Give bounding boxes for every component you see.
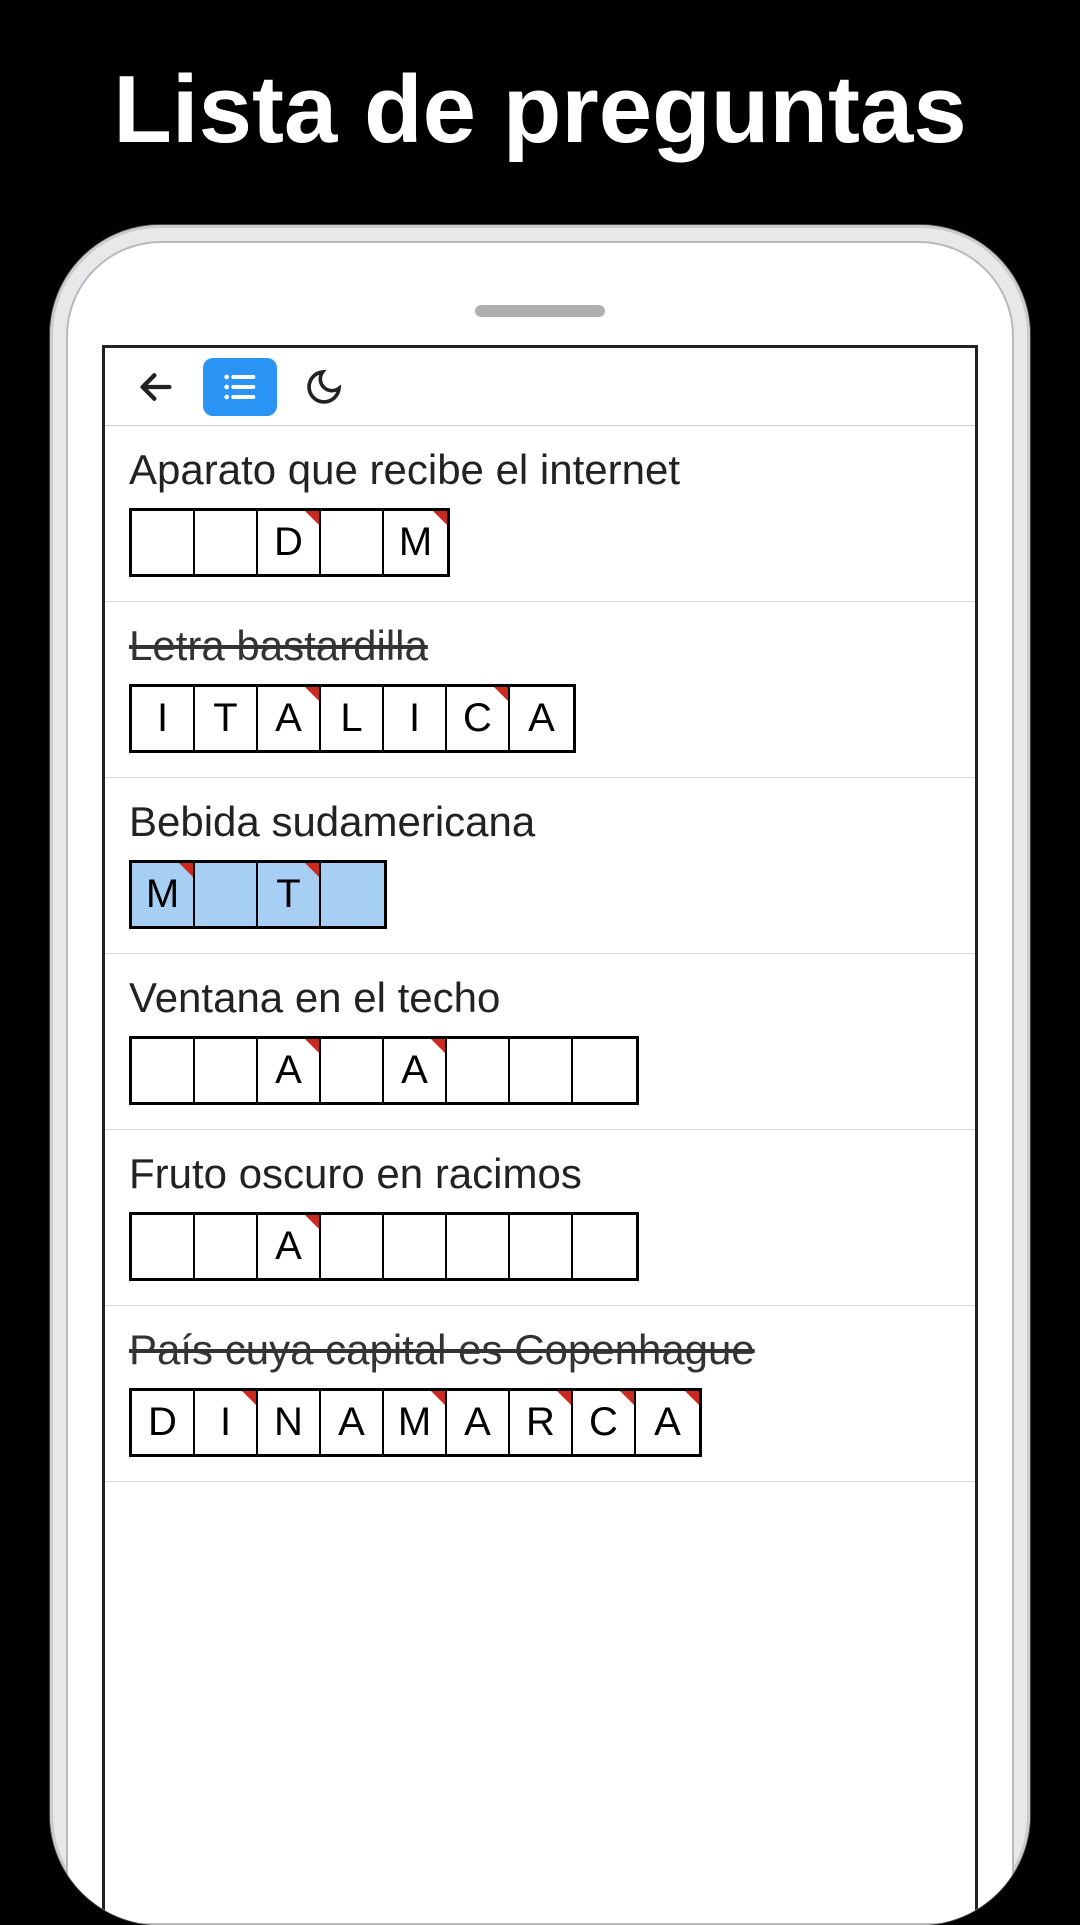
- letter-cell[interactable]: A: [447, 1391, 510, 1454]
- letter-cell[interactable]: A: [510, 687, 573, 750]
- letter-cell[interactable]: [195, 1215, 258, 1278]
- letter-cell[interactable]: L: [321, 687, 384, 750]
- arrow-left-icon: [136, 367, 176, 407]
- letter-cell[interactable]: A: [258, 1215, 321, 1278]
- letter-cell[interactable]: [321, 863, 384, 926]
- phone-frame: Aparato que recibe el internetDMLetra ba…: [50, 225, 1030, 1925]
- clue-item[interactable]: Fruto oscuro en racimos A: [105, 1130, 975, 1306]
- letter-cell[interactable]: A: [258, 1039, 321, 1102]
- letter-cell[interactable]: A: [258, 687, 321, 750]
- letter-cell[interactable]: [321, 1215, 384, 1278]
- letter-cell[interactable]: M: [384, 511, 447, 574]
- clue-item[interactable]: Aparato que recibe el internet DM: [105, 426, 975, 602]
- phone-bezel: Aparato que recibe el internetDMLetra ba…: [66, 241, 1014, 1925]
- page-title: Lista de preguntas: [0, 0, 1080, 165]
- letter-cell[interactable]: C: [447, 687, 510, 750]
- clue-list: Aparato que recibe el internetDMLetra ba…: [105, 426, 975, 1482]
- app-screen: Aparato que recibe el internetDMLetra ba…: [102, 345, 978, 1923]
- toolbar: [105, 348, 975, 426]
- answer-cells: DM: [129, 508, 450, 577]
- letter-cell[interactable]: [573, 1039, 636, 1102]
- letter-cell[interactable]: T: [258, 863, 321, 926]
- letter-cell[interactable]: [132, 1215, 195, 1278]
- phone-speaker: [475, 305, 605, 317]
- back-button[interactable]: [119, 358, 193, 416]
- clue-item[interactable]: Ventana en el techo AA: [105, 954, 975, 1130]
- moon-icon: [304, 367, 344, 407]
- letter-cell[interactable]: R: [510, 1391, 573, 1454]
- answer-cells: DINAMARCA: [129, 1388, 702, 1457]
- letter-cell[interactable]: C: [573, 1391, 636, 1454]
- clue-text: Letra bastardilla: [129, 622, 428, 670]
- letter-cell[interactable]: I: [384, 687, 447, 750]
- clue-text: Aparato que recibe el internet: [129, 446, 680, 494]
- letter-cell[interactable]: [510, 1215, 573, 1278]
- answer-cells: MT: [129, 860, 387, 929]
- letter-cell[interactable]: [321, 1039, 384, 1102]
- night-mode-button[interactable]: [287, 358, 361, 416]
- letter-cell[interactable]: I: [132, 687, 195, 750]
- letter-cell[interactable]: M: [384, 1391, 447, 1454]
- letter-cell[interactable]: D: [132, 1391, 195, 1454]
- letter-cell[interactable]: [321, 511, 384, 574]
- letter-cell[interactable]: [195, 511, 258, 574]
- letter-cell[interactable]: [384, 1215, 447, 1278]
- letter-cell[interactable]: T: [195, 687, 258, 750]
- letter-cell[interactable]: [195, 863, 258, 926]
- letter-cell[interactable]: [510, 1039, 573, 1102]
- clue-text: País cuya capital es Copenhague: [129, 1326, 755, 1374]
- clue-item[interactable]: Bebida sudamericana MT: [105, 778, 975, 954]
- list-icon: [220, 367, 260, 407]
- letter-cell[interactable]: [195, 1039, 258, 1102]
- clue-text: Bebida sudamericana: [129, 798, 535, 846]
- letter-cell[interactable]: [132, 1039, 195, 1102]
- letter-cell[interactable]: N: [258, 1391, 321, 1454]
- clue-text: Fruto oscuro en racimos: [129, 1150, 582, 1198]
- letter-cell[interactable]: A: [321, 1391, 384, 1454]
- letter-cell[interactable]: A: [384, 1039, 447, 1102]
- letter-cell[interactable]: [447, 1039, 510, 1102]
- letter-cell[interactable]: [573, 1215, 636, 1278]
- letter-cell[interactable]: D: [258, 511, 321, 574]
- letter-cell[interactable]: I: [195, 1391, 258, 1454]
- clue-text: Ventana en el techo: [129, 974, 500, 1022]
- letter-cell[interactable]: [447, 1215, 510, 1278]
- answer-cells: A: [129, 1212, 639, 1281]
- letter-cell[interactable]: M: [132, 863, 195, 926]
- answer-cells: ITALICA: [129, 684, 576, 753]
- letter-cell[interactable]: [132, 511, 195, 574]
- list-view-button[interactable]: [203, 358, 277, 416]
- answer-cells: AA: [129, 1036, 639, 1105]
- clue-item[interactable]: Letra bastardillaITALICA: [105, 602, 975, 778]
- letter-cell[interactable]: A: [636, 1391, 699, 1454]
- clue-item[interactable]: País cuya capital es CopenhagueDINAMARCA: [105, 1306, 975, 1482]
